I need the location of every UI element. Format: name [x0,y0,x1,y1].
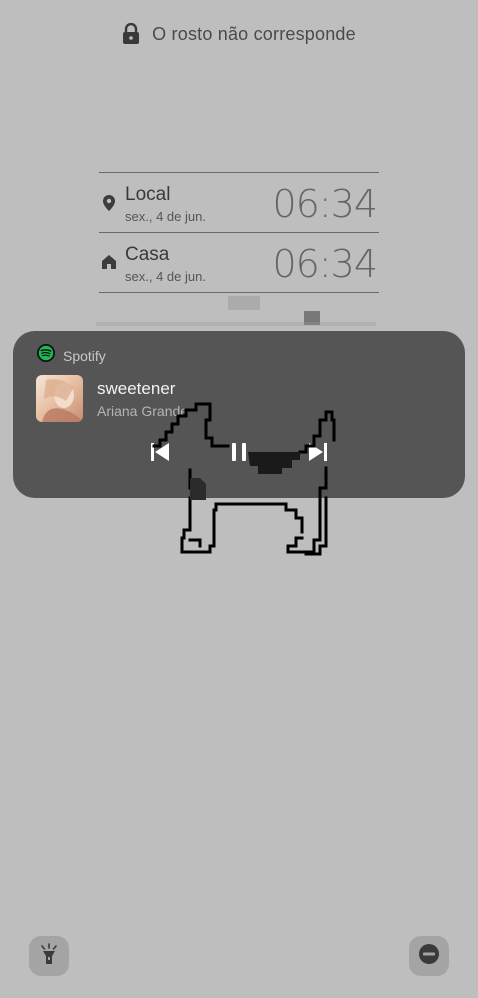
ghost-artifact [96,322,376,326]
location-pin-icon [101,194,117,217]
track-artist: Ariana Grande [97,403,189,419]
media-app-name: Spotify [63,347,106,364]
divider [99,292,379,293]
previous-icon [151,443,169,461]
do-not-disturb-icon [418,943,440,970]
pixel-dog-illustration [152,402,336,556]
next-icon [309,443,327,461]
clock-date: sex., 4 de jun. [125,269,206,284]
pause-icon [232,443,246,461]
previous-track-button[interactable] [148,440,172,464]
flashlight-shortcut[interactable] [29,936,69,976]
flashlight-icon [39,942,59,970]
clock-time: 06:34 [272,242,378,286]
clock-time: 06:34 [272,182,378,226]
media-player-card[interactable]: Spotify sweetener Ariana Grande [13,331,465,498]
clock-row-local[interactable]: Local sex., 4 de jun. 06:34 [99,173,379,232]
track-title: sweetener [97,379,176,398]
world-clock-widget[interactable]: Local sex., 4 de jun. 06:34 Casa sex., 4… [99,172,379,293]
home-icon [101,254,117,275]
ghost-artifact [228,296,260,310]
do-not-disturb-shortcut[interactable] [409,936,449,976]
lock-status-text: O rosto não corresponde [152,23,356,44]
clock-city: Casa [125,244,170,265]
media-app-header: Spotify [37,344,106,367]
spotify-icon [37,344,55,367]
clock-date: sex., 4 de jun. [125,209,206,224]
album-art[interactable] [36,375,83,422]
pause-button[interactable] [227,440,251,464]
lock-status: O rosto não corresponde [0,20,478,48]
next-track-button[interactable] [306,440,330,464]
clock-row-home[interactable]: Casa sex., 4 de jun. 06:34 [99,233,379,292]
clock-city: Local [125,184,171,205]
lock-icon [122,23,140,45]
